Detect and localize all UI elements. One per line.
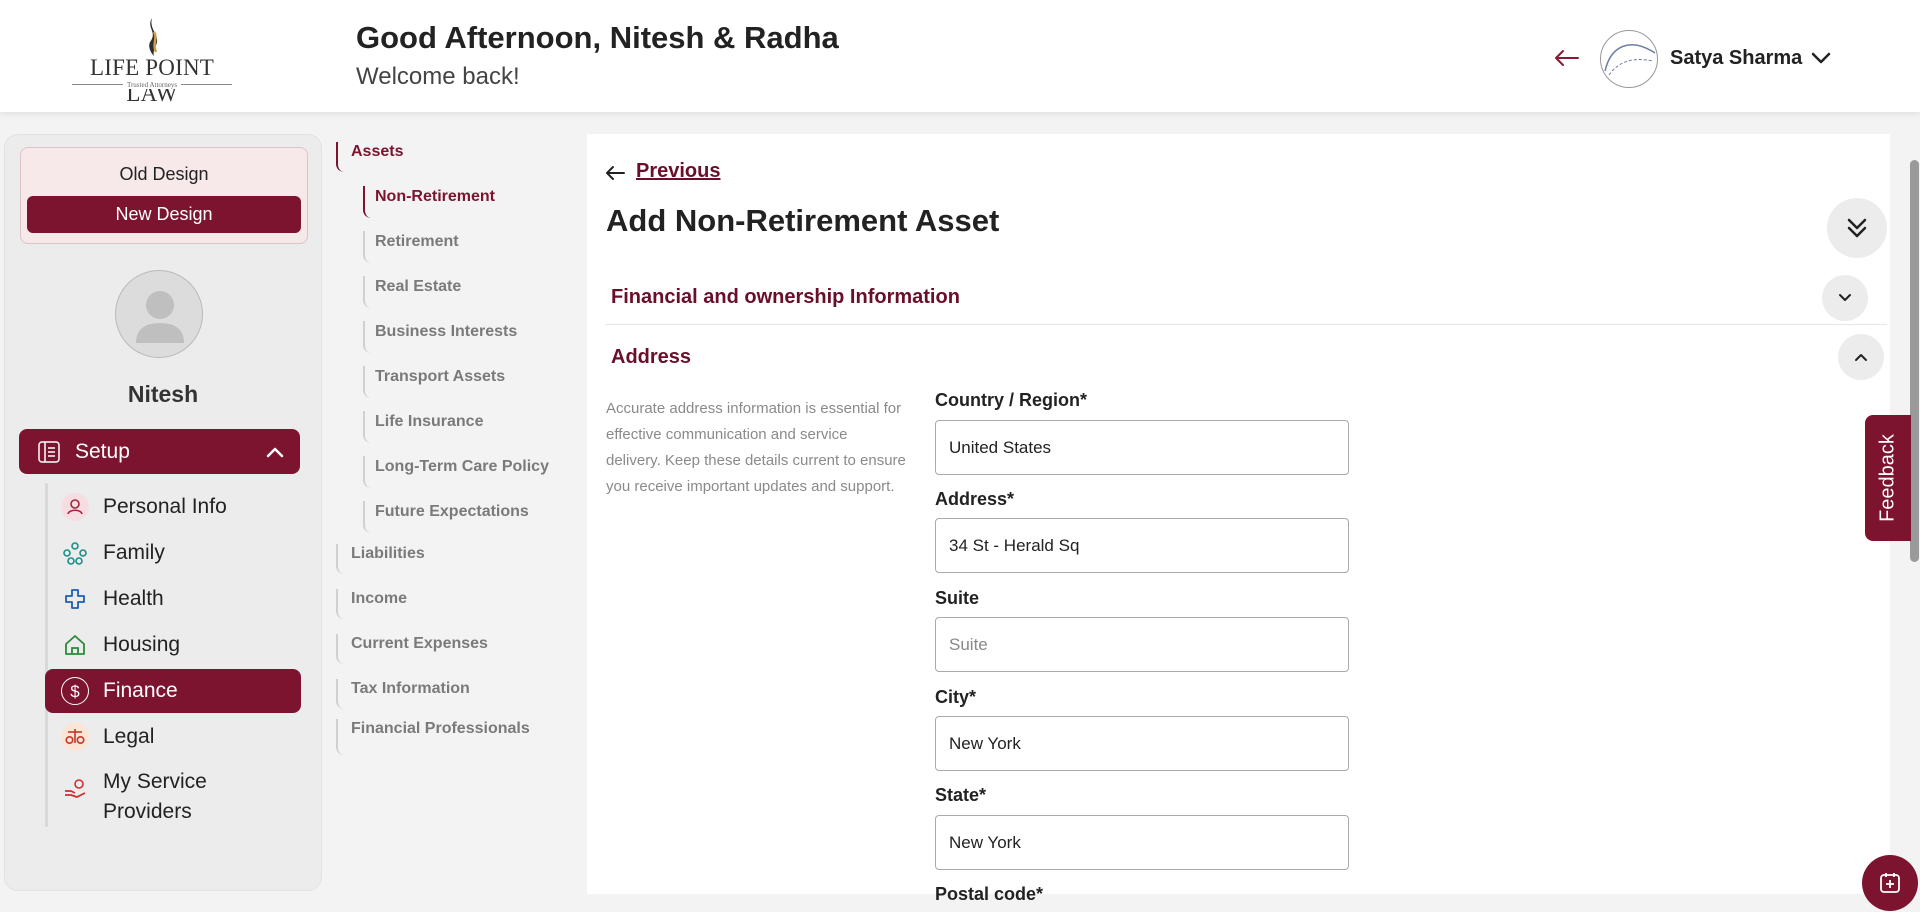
scrollbar-thumb[interactable] bbox=[1910, 160, 1919, 562]
main-panel: Previous Add Non-Retirement Asset Financ… bbox=[587, 134, 1890, 904]
address-label: Address* bbox=[935, 489, 1015, 509]
page-title: Add Non-Retirement Asset bbox=[606, 203, 1000, 238]
subnav-group-income[interactable]: Income bbox=[336, 589, 407, 619]
dollar-icon: $ bbox=[61, 677, 89, 705]
design-switcher: Old Design New Design bbox=[20, 147, 308, 244]
setup-list-icon bbox=[38, 441, 60, 463]
welcome-text: Welcome back! bbox=[356, 63, 520, 90]
suite-field[interactable] bbox=[935, 617, 1349, 672]
subnav-item-real-estate[interactable]: Real Estate bbox=[363, 276, 461, 308]
logo[interactable]: LIFE POINT LAW Trusted Attorneys bbox=[66, 14, 238, 106]
city-field[interactable] bbox=[935, 716, 1349, 771]
previous-link[interactable]: Previous bbox=[606, 160, 720, 183]
feedback-label: Feedback bbox=[1876, 434, 1899, 522]
city-label: City* bbox=[935, 687, 977, 707]
sidebar-item-housing[interactable]: Housing bbox=[45, 623, 301, 667]
section-address[interactable]: Address bbox=[611, 346, 691, 369]
left-sidebar: Old Design New Design Nitesh Setup Perso… bbox=[4, 134, 322, 891]
health-cross-icon bbox=[61, 585, 89, 613]
country-field[interactable] bbox=[935, 420, 1349, 475]
sidebar-item-service-providers[interactable]: My Service Providers bbox=[45, 767, 301, 829]
subnav-item-non-retirement[interactable]: Non-Retirement bbox=[363, 186, 495, 218]
feedback-tab[interactable]: Feedback bbox=[1865, 415, 1911, 541]
service-hand-icon bbox=[61, 775, 89, 803]
sidebar-item-legal[interactable]: Legal bbox=[45, 715, 301, 759]
setup-label: Setup bbox=[75, 440, 130, 463]
sidebar-item-label: Legal bbox=[103, 725, 155, 748]
sidebar-item-label: Health bbox=[103, 587, 164, 610]
person-silhouette-icon bbox=[136, 291, 184, 343]
subnav-item-long-term-care[interactable]: Long-Term Care Policy bbox=[363, 456, 549, 488]
sidebar-item-family[interactable]: Family bbox=[45, 531, 301, 575]
chevron-up-icon bbox=[1855, 354, 1867, 361]
sidebar-item-finance[interactable]: $ Finance bbox=[45, 669, 301, 713]
calendar-plus-icon bbox=[1880, 873, 1900, 893]
chevron-down-icon bbox=[1839, 294, 1851, 301]
chevron-up-icon bbox=[266, 447, 284, 458]
sidebar-item-health[interactable]: Health bbox=[45, 577, 301, 621]
subnav-item-business-interests[interactable]: Business Interests bbox=[363, 321, 517, 353]
sidebar-item-label: My Service Providers bbox=[103, 770, 207, 823]
old-design-button[interactable]: Old Design bbox=[21, 164, 307, 185]
address-field[interactable] bbox=[935, 518, 1349, 573]
section-divider bbox=[605, 324, 1887, 325]
sidebar-item-label: Family bbox=[103, 541, 165, 564]
user-name[interactable]: Satya Sharma bbox=[1670, 47, 1802, 70]
profile-name: Nitesh bbox=[127, 381, 199, 407]
user-avatar[interactable] bbox=[1600, 30, 1658, 88]
top-header: LIFE POINT LAW Trusted Attorneys Good Af… bbox=[0, 0, 1920, 112]
state-label: State* bbox=[935, 785, 987, 805]
collapse-address-button[interactable] bbox=[1838, 334, 1884, 380]
profile-avatar[interactable] bbox=[115, 270, 203, 358]
section-financial-ownership[interactable]: Financial and ownership Information bbox=[611, 286, 960, 309]
setup-menu-toggle[interactable]: Setup bbox=[19, 429, 300, 474]
subnav-group-liabilities[interactable]: Liabilities bbox=[336, 544, 425, 574]
subnav-group-current-expenses[interactable]: Current Expenses bbox=[336, 634, 488, 664]
suite-label: Suite bbox=[935, 588, 980, 608]
subnav-group-tax-information[interactable]: Tax Information bbox=[336, 679, 470, 709]
home-icon bbox=[61, 631, 89, 659]
svg-text:$: $ bbox=[70, 682, 80, 701]
person-icon bbox=[61, 493, 89, 521]
finance-subnav: Assets Non-Retirement Retirement Real Es… bbox=[336, 134, 576, 894]
subnav-item-retirement[interactable]: Retirement bbox=[363, 231, 459, 263]
subnav-item-life-insurance[interactable]: Life Insurance bbox=[363, 411, 483, 443]
postal-code-label: Postal code* bbox=[935, 884, 1044, 904]
sidebar-item-label: Housing bbox=[103, 633, 181, 656]
sidebar-item-label: Personal Info bbox=[103, 495, 227, 518]
logo-flame-icon bbox=[149, 18, 158, 56]
new-design-button[interactable]: New Design bbox=[27, 196, 301, 233]
chevron-down-icon[interactable] bbox=[1810, 48, 1832, 68]
back-arrow-icon[interactable] bbox=[1552, 46, 1580, 70]
scales-icon bbox=[61, 723, 89, 751]
greeting-title: Good Afternoon, Nitesh & Radha bbox=[356, 20, 839, 55]
country-label: Country / Region* bbox=[935, 390, 1087, 410]
collapse-all-button[interactable] bbox=[1827, 198, 1887, 258]
avatar-image-icon bbox=[1604, 44, 1656, 76]
subnav-group-assets[interactable]: Assets bbox=[336, 142, 403, 172]
state-field[interactable] bbox=[935, 815, 1349, 870]
sidebar-item-label: Finance bbox=[103, 679, 178, 702]
family-tree-icon bbox=[61, 539, 89, 567]
address-description: Accurate address information is essentia… bbox=[606, 400, 906, 495]
calendar-add-button[interactable] bbox=[1862, 855, 1918, 911]
logo-tagline: Trusted Attorneys bbox=[66, 81, 238, 89]
sidebar-item-personal-info[interactable]: Personal Info bbox=[45, 485, 301, 529]
expand-financial-button[interactable] bbox=[1822, 275, 1868, 321]
double-chevron-down-icon bbox=[1847, 218, 1867, 238]
subnav-item-future-expectations[interactable]: Future Expectations bbox=[363, 501, 529, 533]
subnav-item-transport-assets[interactable]: Transport Assets bbox=[363, 366, 505, 398]
subnav-group-financial-professionals[interactable]: Financial Professionals bbox=[336, 719, 530, 755]
